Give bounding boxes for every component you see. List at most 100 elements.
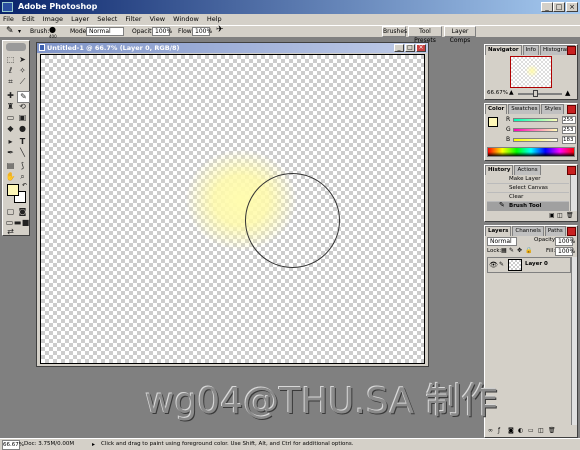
eyedropper-tool-icon[interactable]: ⟆ [17, 161, 28, 171]
move-tool-icon[interactable]: ➤ [17, 55, 28, 65]
shape-tool-icon[interactable]: ╲ [17, 148, 28, 158]
menu-filter[interactable]: Filter [125, 15, 141, 23]
adobe-online-icon[interactable] [6, 43, 26, 51]
image-canvas[interactable] [40, 54, 425, 364]
zoom-tool-icon[interactable]: ⌕ [17, 172, 28, 182]
layer-visibility-eye-icon[interactable]: 👁 [489, 261, 498, 269]
history-item[interactable]: Make Layer [487, 175, 569, 184]
menu-image[interactable]: Image [43, 15, 63, 23]
new-document-from-state-icon[interactable]: ▣ [549, 212, 555, 219]
standard-mode-icon[interactable]: ▢ [5, 207, 16, 217]
healing-brush-tool-icon[interactable]: ✚ [5, 91, 16, 101]
tab-color[interactable]: Color [485, 104, 508, 114]
lock-pixels-icon[interactable]: ✎ [509, 247, 514, 254]
tab-styles[interactable]: Styles [541, 104, 565, 114]
layer-row[interactable]: 👁 ✎ Layer 0 [487, 257, 571, 273]
layer-style-icon[interactable]: ƒ [498, 427, 500, 434]
layer-opacity-input[interactable]: 100% [555, 237, 575, 246]
minimize-button[interactable]: _ [541, 2, 553, 12]
status-zoom[interactable]: 66.67% [2, 440, 24, 450]
menu-select[interactable]: Select [97, 15, 117, 23]
green-channel-value[interactable]: 253 [562, 126, 576, 134]
tab-channels[interactable]: Channels [512, 226, 544, 236]
link-layers-icon[interactable]: ∞ [488, 427, 493, 434]
zoom-in-icon[interactable]: ▲ [565, 89, 570, 97]
brush-tool-icon[interactable]: ✎ [6, 26, 14, 37]
layers-scrollbar[interactable] [571, 257, 577, 425]
new-group-icon[interactable]: ▭ [528, 427, 534, 434]
history-item[interactable]: Select Canvas [487, 184, 569, 193]
mode-select[interactable]: Normal [86, 27, 124, 36]
menu-edit[interactable]: Edit [22, 15, 35, 23]
blue-channel-value[interactable]: 183 [562, 136, 576, 144]
panel-close-icon[interactable] [567, 227, 576, 236]
type-tool-icon[interactable]: T [17, 137, 28, 147]
crop-tool-icon[interactable]: ⌗ [5, 77, 16, 87]
foreground-color-swatch[interactable] [7, 184, 19, 196]
status-menu-arrow-icon[interactable]: ▸ [92, 439, 95, 450]
quick-mask-mode-icon[interactable]: ◙ [17, 207, 28, 217]
menu-help[interactable]: Help [207, 15, 222, 23]
adjustment-layer-icon[interactable]: ◐ [518, 427, 523, 434]
blue-channel-slider[interactable] [513, 138, 558, 142]
blend-mode-select[interactable]: Normal [487, 237, 517, 246]
panel-close-icon[interactable] [567, 105, 576, 114]
document-close-button[interactable]: × [416, 44, 426, 52]
dodge-tool-icon[interactable]: ● [17, 124, 28, 134]
color-panel-foreground-swatch[interactable] [488, 117, 498, 127]
color-ramp[interactable] [487, 147, 575, 157]
hand-tool-icon[interactable]: ✋ [5, 172, 16, 182]
screen-mode-full-icon[interactable]: ■ [20, 218, 31, 228]
navigator-zoom-value[interactable]: 66.67% [487, 90, 508, 96]
lock-position-icon[interactable]: ✥ [517, 247, 522, 254]
tool-preset-chevron-icon[interactable]: ▾ [18, 26, 21, 37]
maximize-button[interactable]: □ [553, 2, 565, 12]
tab-navigator[interactable]: Navigator [485, 45, 522, 55]
eraser-tool-icon[interactable]: ▭ [5, 113, 16, 123]
layer-comps-well-tab[interactable]: Layer Comps [444, 26, 476, 44]
panel-close-icon[interactable] [567, 46, 576, 55]
layer-mask-icon[interactable]: ◙ [508, 427, 514, 434]
tab-actions[interactable]: Actions [514, 165, 541, 175]
red-channel-value[interactable]: 255 [562, 116, 576, 124]
airbrush-icon[interactable]: ✈ [216, 25, 224, 36]
fill-input[interactable]: 100% [555, 247, 575, 256]
blur-tool-icon[interactable]: ◆ [5, 124, 16, 134]
lock-all-icon[interactable]: 🔒 [525, 247, 532, 254]
new-layer-icon[interactable]: ◫ [538, 427, 544, 434]
tab-swatches[interactable]: Swatches [508, 104, 541, 114]
delete-state-icon[interactable]: 🗑 [566, 212, 574, 219]
lock-transparency-icon[interactable]: ▦ [501, 247, 507, 254]
close-button[interactable]: × [566, 2, 578, 12]
menu-file[interactable]: File [3, 15, 14, 23]
zoom-out-icon[interactable]: ▲ [509, 89, 514, 96]
tool-presets-well-tab[interactable]: Tool Presets [408, 26, 442, 44]
document-maximize-button[interactable]: □ [405, 44, 415, 52]
navigator-zoom-slider[interactable] [518, 93, 562, 95]
tab-history[interactable]: History [485, 165, 514, 175]
flow-input[interactable]: 100% [192, 27, 212, 36]
notes-tool-icon[interactable]: ▤ [5, 161, 16, 171]
gradient-tool-icon[interactable]: ▣ [17, 113, 28, 123]
document-minimize-button[interactable]: _ [394, 44, 404, 52]
menu-view[interactable]: View [150, 15, 165, 23]
red-channel-slider[interactable] [513, 118, 558, 122]
brushes-well-tab[interactable]: Brushes [382, 26, 407, 37]
path-selection-tool-icon[interactable]: ▸ [5, 137, 16, 147]
green-channel-slider[interactable] [513, 128, 558, 132]
opacity-input[interactable]: 100% [152, 27, 172, 36]
swap-colors-icon[interactable]: ↶ [22, 182, 27, 189]
delete-layer-icon[interactable]: 🗑 [548, 427, 556, 434]
slice-tool-icon[interactable]: ⟋ [17, 77, 28, 87]
new-snapshot-icon[interactable]: ◫ [557, 212, 563, 219]
tab-info[interactable]: Info [522, 45, 539, 55]
lasso-tool-icon[interactable]: ℓ [5, 66, 16, 76]
history-brush-tool-icon[interactable]: ⟲ [17, 102, 28, 112]
panel-close-icon[interactable] [567, 166, 576, 175]
pen-tool-icon[interactable]: ✒ [5, 148, 16, 158]
navigator-zoom-slider-thumb[interactable] [533, 90, 538, 97]
menu-window[interactable]: Window [173, 15, 199, 23]
history-scrollbar[interactable] [570, 175, 577, 211]
tab-paths[interactable]: Paths [544, 226, 566, 236]
clone-stamp-tool-icon[interactable]: ♜ [5, 102, 16, 112]
